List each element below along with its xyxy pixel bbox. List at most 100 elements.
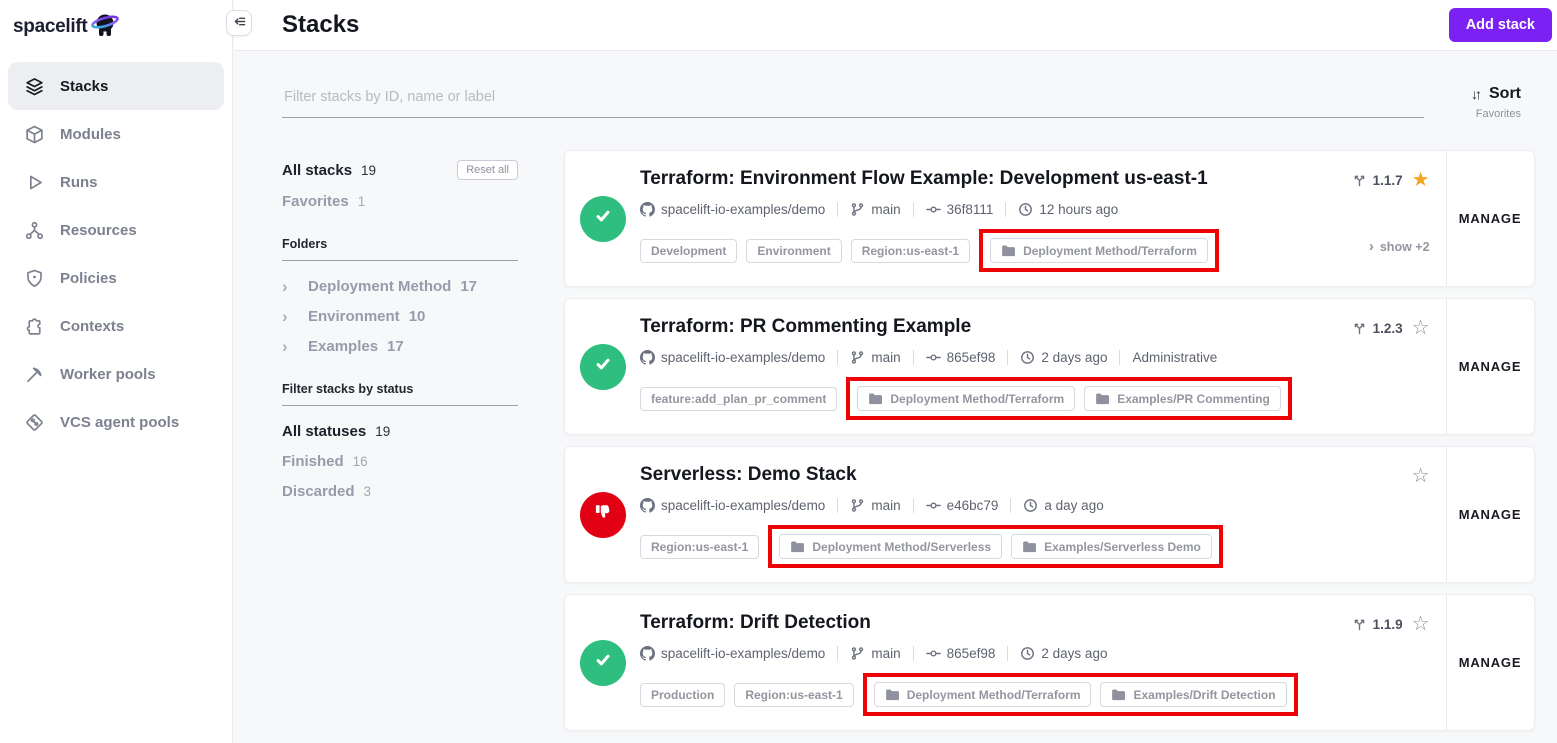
filter-panel: All stacks 19 Reset all Favorites 1 Fold…: [282, 150, 518, 743]
stack-title[interactable]: Serverless: Demo Stack: [640, 464, 1298, 486]
collapse-sidebar-button[interactable]: [226, 10, 252, 36]
stack-card: Terraform: Environment Flow Example: Dev…: [564, 150, 1535, 287]
stack-title[interactable]: Terraform: Environment Flow Example: Dev…: [640, 168, 1298, 190]
favorite-star[interactable]: ☆: [1412, 614, 1430, 634]
runtime-version-number: 1.1.9: [1373, 617, 1403, 632]
add-stack-button[interactable]: Add stack: [1449, 8, 1552, 42]
manage-button[interactable]: MANAGE: [1446, 447, 1534, 582]
stack-tags: Region:us-east-1 Deployment Method/Server…: [640, 525, 1298, 568]
folder-tag[interactable]: Deployment Method/Terraform: [874, 682, 1092, 707]
administrative-badge: Administrative: [1132, 350, 1217, 365]
branch-label: main: [850, 646, 900, 661]
stack-meta: spacelift-io-examples/demomain865ef982 d…: [640, 350, 1298, 365]
sidebar-item-label: VCS agent pools: [60, 414, 179, 431]
branch-label-text: main: [871, 498, 900, 513]
filter-all-stacks-label: All stacks: [282, 162, 352, 179]
github-icon: [640, 498, 655, 513]
stack-label-tag[interactable]: feature:add_plan_pr_comment: [640, 387, 837, 411]
repo-label-text: spacelift-io-examples/demo: [661, 646, 825, 661]
branch-label: main: [850, 350, 900, 365]
folder-tag[interactable]: Examples/Drift Detection: [1100, 682, 1286, 707]
reset-all-button[interactable]: Reset all: [457, 160, 518, 180]
sidebar-item-contexts[interactable]: Contexts: [8, 302, 224, 350]
github-icon: [640, 202, 655, 217]
stack-label-tag[interactable]: Development: [640, 239, 737, 263]
status-filter-finished[interactable]: Finished16: [282, 453, 518, 470]
folder-filter-examples[interactable]: ›Examples17: [282, 338, 518, 355]
filter-favorites[interactable]: Favorites 1: [282, 193, 518, 210]
clock-icon: [1020, 646, 1035, 661]
commit-label-text: 865ef98: [947, 646, 996, 661]
status-filter-discarded[interactable]: Discarded3: [282, 483, 518, 500]
sidebar-item-label: Modules: [60, 126, 121, 143]
filter-all-stacks[interactable]: All stacks 19: [282, 162, 376, 179]
favorite-star[interactable]: ☆: [1412, 466, 1430, 486]
sidebar-item-label: Policies: [60, 270, 117, 287]
sidebar-item-stacks[interactable]: Stacks: [8, 62, 224, 110]
favorite-star[interactable]: ★: [1412, 170, 1430, 190]
favorite-star[interactable]: ☆: [1412, 318, 1430, 338]
folder-tag[interactable]: Deployment Method/Terraform: [990, 238, 1208, 263]
repo-label-text: spacelift-io-examples/demo: [661, 350, 825, 365]
stack-label-tag[interactable]: Region:us-east-1: [640, 535, 759, 559]
spacelift-astronaut-icon: [88, 8, 122, 42]
sort-control[interactable]: ↓↑ Sort Favorites: [1449, 81, 1521, 120]
repo-label-text: spacelift-io-examples/demo: [661, 202, 825, 217]
stack-filter-input[interactable]: [282, 81, 1424, 118]
stack-card-side: 1.1.9 ☆: [1298, 595, 1446, 730]
status-filter-all-statuses[interactable]: All statuses19: [282, 423, 518, 440]
updated-label: a day ago: [1023, 498, 1103, 513]
stack-card-side: 1.2.3 ☆: [1298, 299, 1446, 434]
manage-button[interactable]: MANAGE: [1446, 299, 1534, 434]
stack-label-tag[interactable]: Region:us-east-1: [851, 239, 970, 263]
folder-tag[interactable]: Examples/Serverless Demo: [1011, 534, 1212, 559]
branch-icon: [850, 202, 865, 217]
policies-icon: [23, 267, 45, 289]
sidebar-item-resources[interactable]: Resources: [8, 206, 224, 254]
chevron-right-icon: ›: [282, 282, 299, 292]
folder-tag[interactable]: Deployment Method/Serverless: [779, 534, 1002, 559]
meta-separator: [1010, 498, 1011, 513]
commit-icon: [926, 498, 941, 513]
sidebar-item-modules[interactable]: Modules: [8, 110, 224, 158]
folder-tag-label: Examples/PR Commenting: [1117, 392, 1270, 406]
updated-label-text: a day ago: [1044, 498, 1103, 513]
sidebar-item-worker-pools[interactable]: Worker pools: [8, 350, 224, 398]
annotation-highlight: Deployment Method/Terraform Examples/PR C…: [846, 377, 1292, 420]
sidebar-item-vcs-agent-pools[interactable]: VCS agent pools: [8, 398, 224, 446]
show-more-button[interactable]: ›show +2: [1369, 240, 1430, 254]
clock-icon: [1023, 498, 1038, 513]
folder-icon: [868, 391, 883, 406]
stack-title[interactable]: Terraform: Drift Detection: [640, 612, 1298, 634]
updated-label: 2 days ago: [1020, 646, 1107, 661]
sidebar-item-runs[interactable]: Runs: [8, 158, 224, 206]
folder-filter-deployment-method[interactable]: ›Deployment Method17: [282, 278, 518, 295]
stack-label-tag[interactable]: Region:us-east-1: [734, 683, 853, 707]
runtime-version-number: 1.1.7: [1373, 173, 1403, 188]
folder-tag[interactable]: Deployment Method/Terraform: [857, 386, 1075, 411]
stack-tags: Production Region:us-east-1 Deployment Met…: [640, 673, 1298, 716]
check-icon: [592, 649, 614, 676]
stack-label-tag[interactable]: Production: [640, 683, 725, 707]
status-filter-count: 19: [375, 424, 390, 439]
sidebar-item-label: Contexts: [60, 318, 124, 335]
folder-tag[interactable]: Examples/PR Commenting: [1084, 386, 1281, 411]
commit-label: e46bc79: [926, 498, 999, 513]
stack-label-tag[interactable]: Environment: [746, 239, 841, 263]
folder-tag-label: Examples/Serverless Demo: [1044, 540, 1201, 554]
show-more-label: show +2: [1380, 240, 1430, 254]
meta-separator: [837, 646, 838, 661]
stack-title[interactable]: Terraform: PR Commenting Example: [640, 316, 1298, 338]
sidebar-item-policies[interactable]: Policies: [8, 254, 224, 302]
status-filter-label: Finished: [282, 453, 344, 470]
folder-tag-label: Deployment Method/Terraform: [907, 688, 1081, 702]
sidebar-item-label: Worker pools: [60, 366, 156, 383]
branch-icon: [850, 498, 865, 513]
filter-all-stacks-count: 19: [361, 163, 376, 178]
folder-filter-count: 17: [460, 278, 477, 295]
folder-filter-environment[interactable]: ›Environment10: [282, 308, 518, 325]
runtime-version-number: 1.2.3: [1373, 321, 1403, 336]
sidebar: spacelift StacksModulesRunsResourcesPoli…: [0, 0, 233, 743]
manage-button[interactable]: MANAGE: [1446, 595, 1534, 730]
manage-button[interactable]: MANAGE: [1446, 151, 1534, 286]
